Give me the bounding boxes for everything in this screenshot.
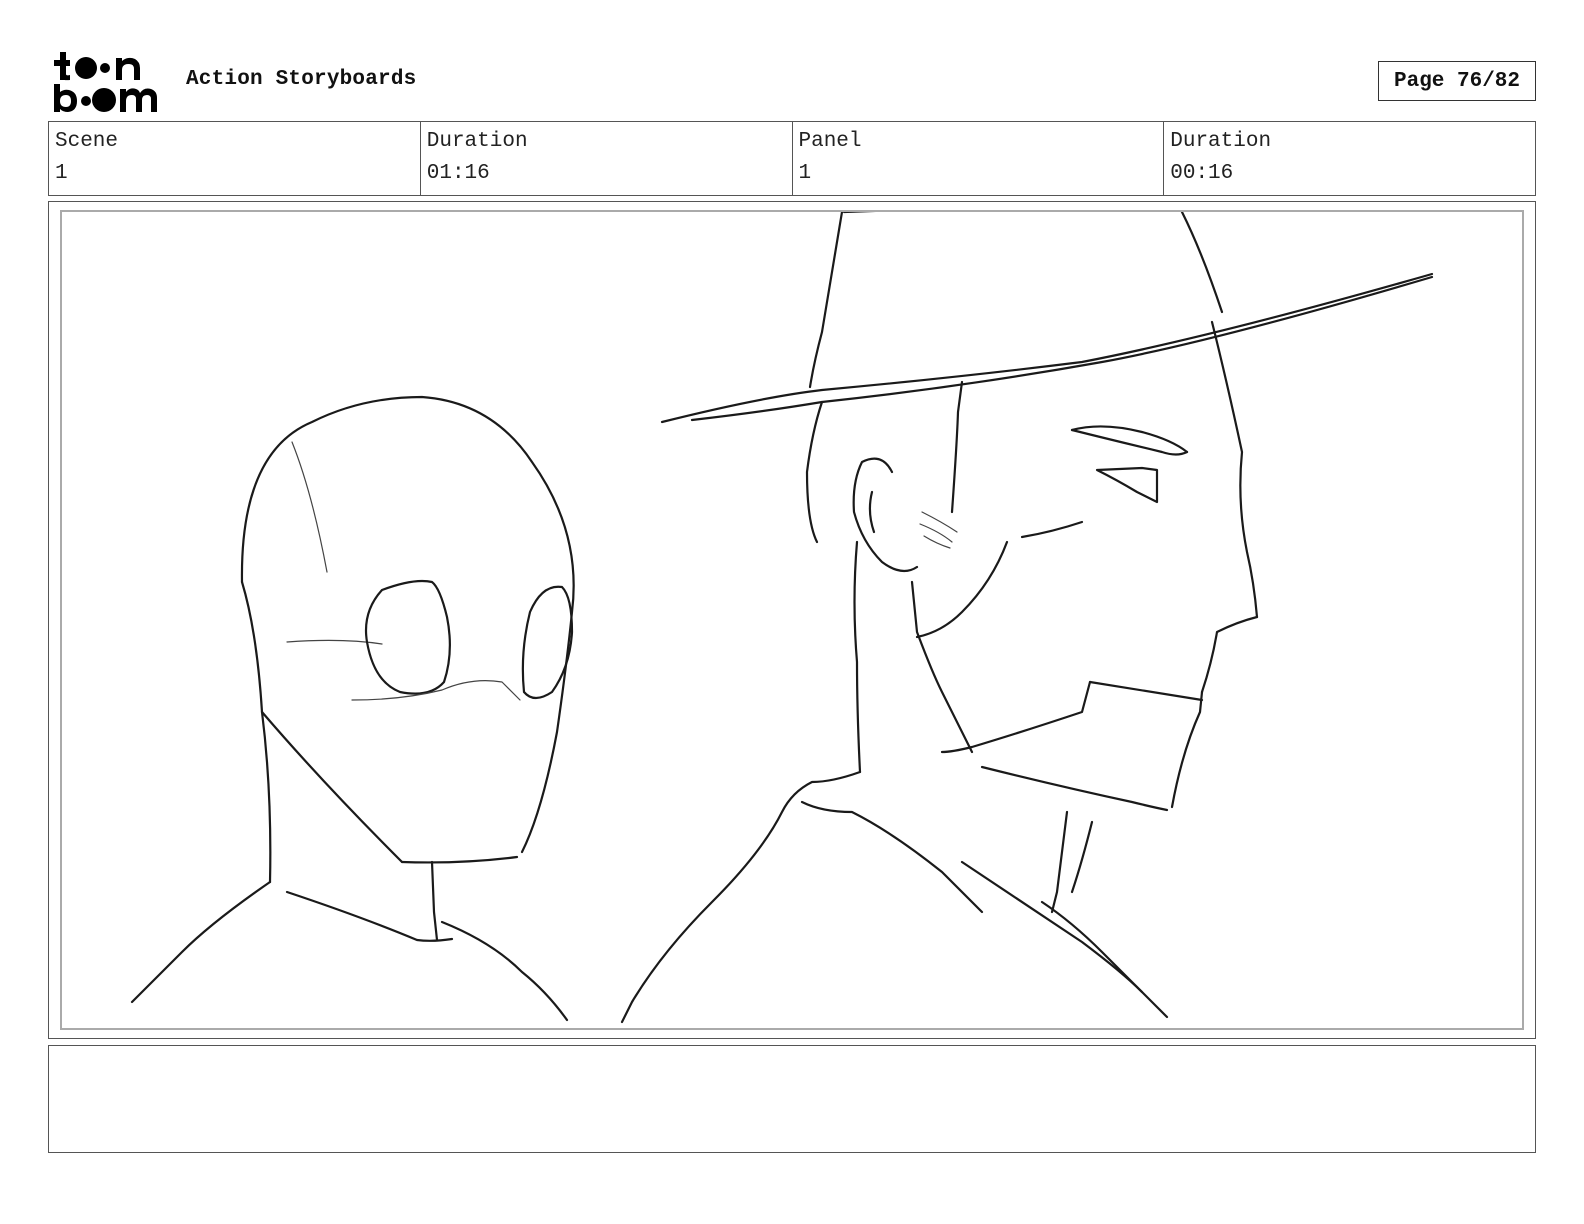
panel-duration-cell: Duration 00:16 xyxy=(1164,122,1535,195)
scene-value: 1 xyxy=(55,162,68,185)
scene-cell: Scene 1 xyxy=(49,122,421,195)
scene-info-row: Scene 1 Duration 01:16 Panel 1 Duration … xyxy=(48,121,1536,196)
storyboard-panel-frame xyxy=(48,201,1536,1039)
storyboard-panel-image xyxy=(60,210,1524,1030)
page-indicator: Page 76/82 xyxy=(1378,61,1536,101)
scene-duration-label: Duration xyxy=(426,130,528,153)
panel-value: 1 xyxy=(798,162,812,185)
toon-boom-logo xyxy=(54,52,157,112)
sketch-drawing xyxy=(130,212,1434,1024)
panel-label: Panel xyxy=(798,130,862,153)
panel-notes-box xyxy=(48,1045,1536,1153)
document-title: Action Storyboards xyxy=(186,68,417,91)
mannequin-head-sketch xyxy=(130,395,575,1022)
panel-cell: Panel 1 xyxy=(793,122,1165,195)
hat-man-sketch xyxy=(620,212,1434,1024)
panel-duration-label: Duration xyxy=(1170,130,1272,153)
scene-duration-value: 01:16 xyxy=(426,162,490,185)
scene-label: Scene xyxy=(55,130,119,153)
scene-duration-cell: Duration 01:16 xyxy=(421,122,793,195)
panel-duration-value: 00:16 xyxy=(1170,162,1234,185)
